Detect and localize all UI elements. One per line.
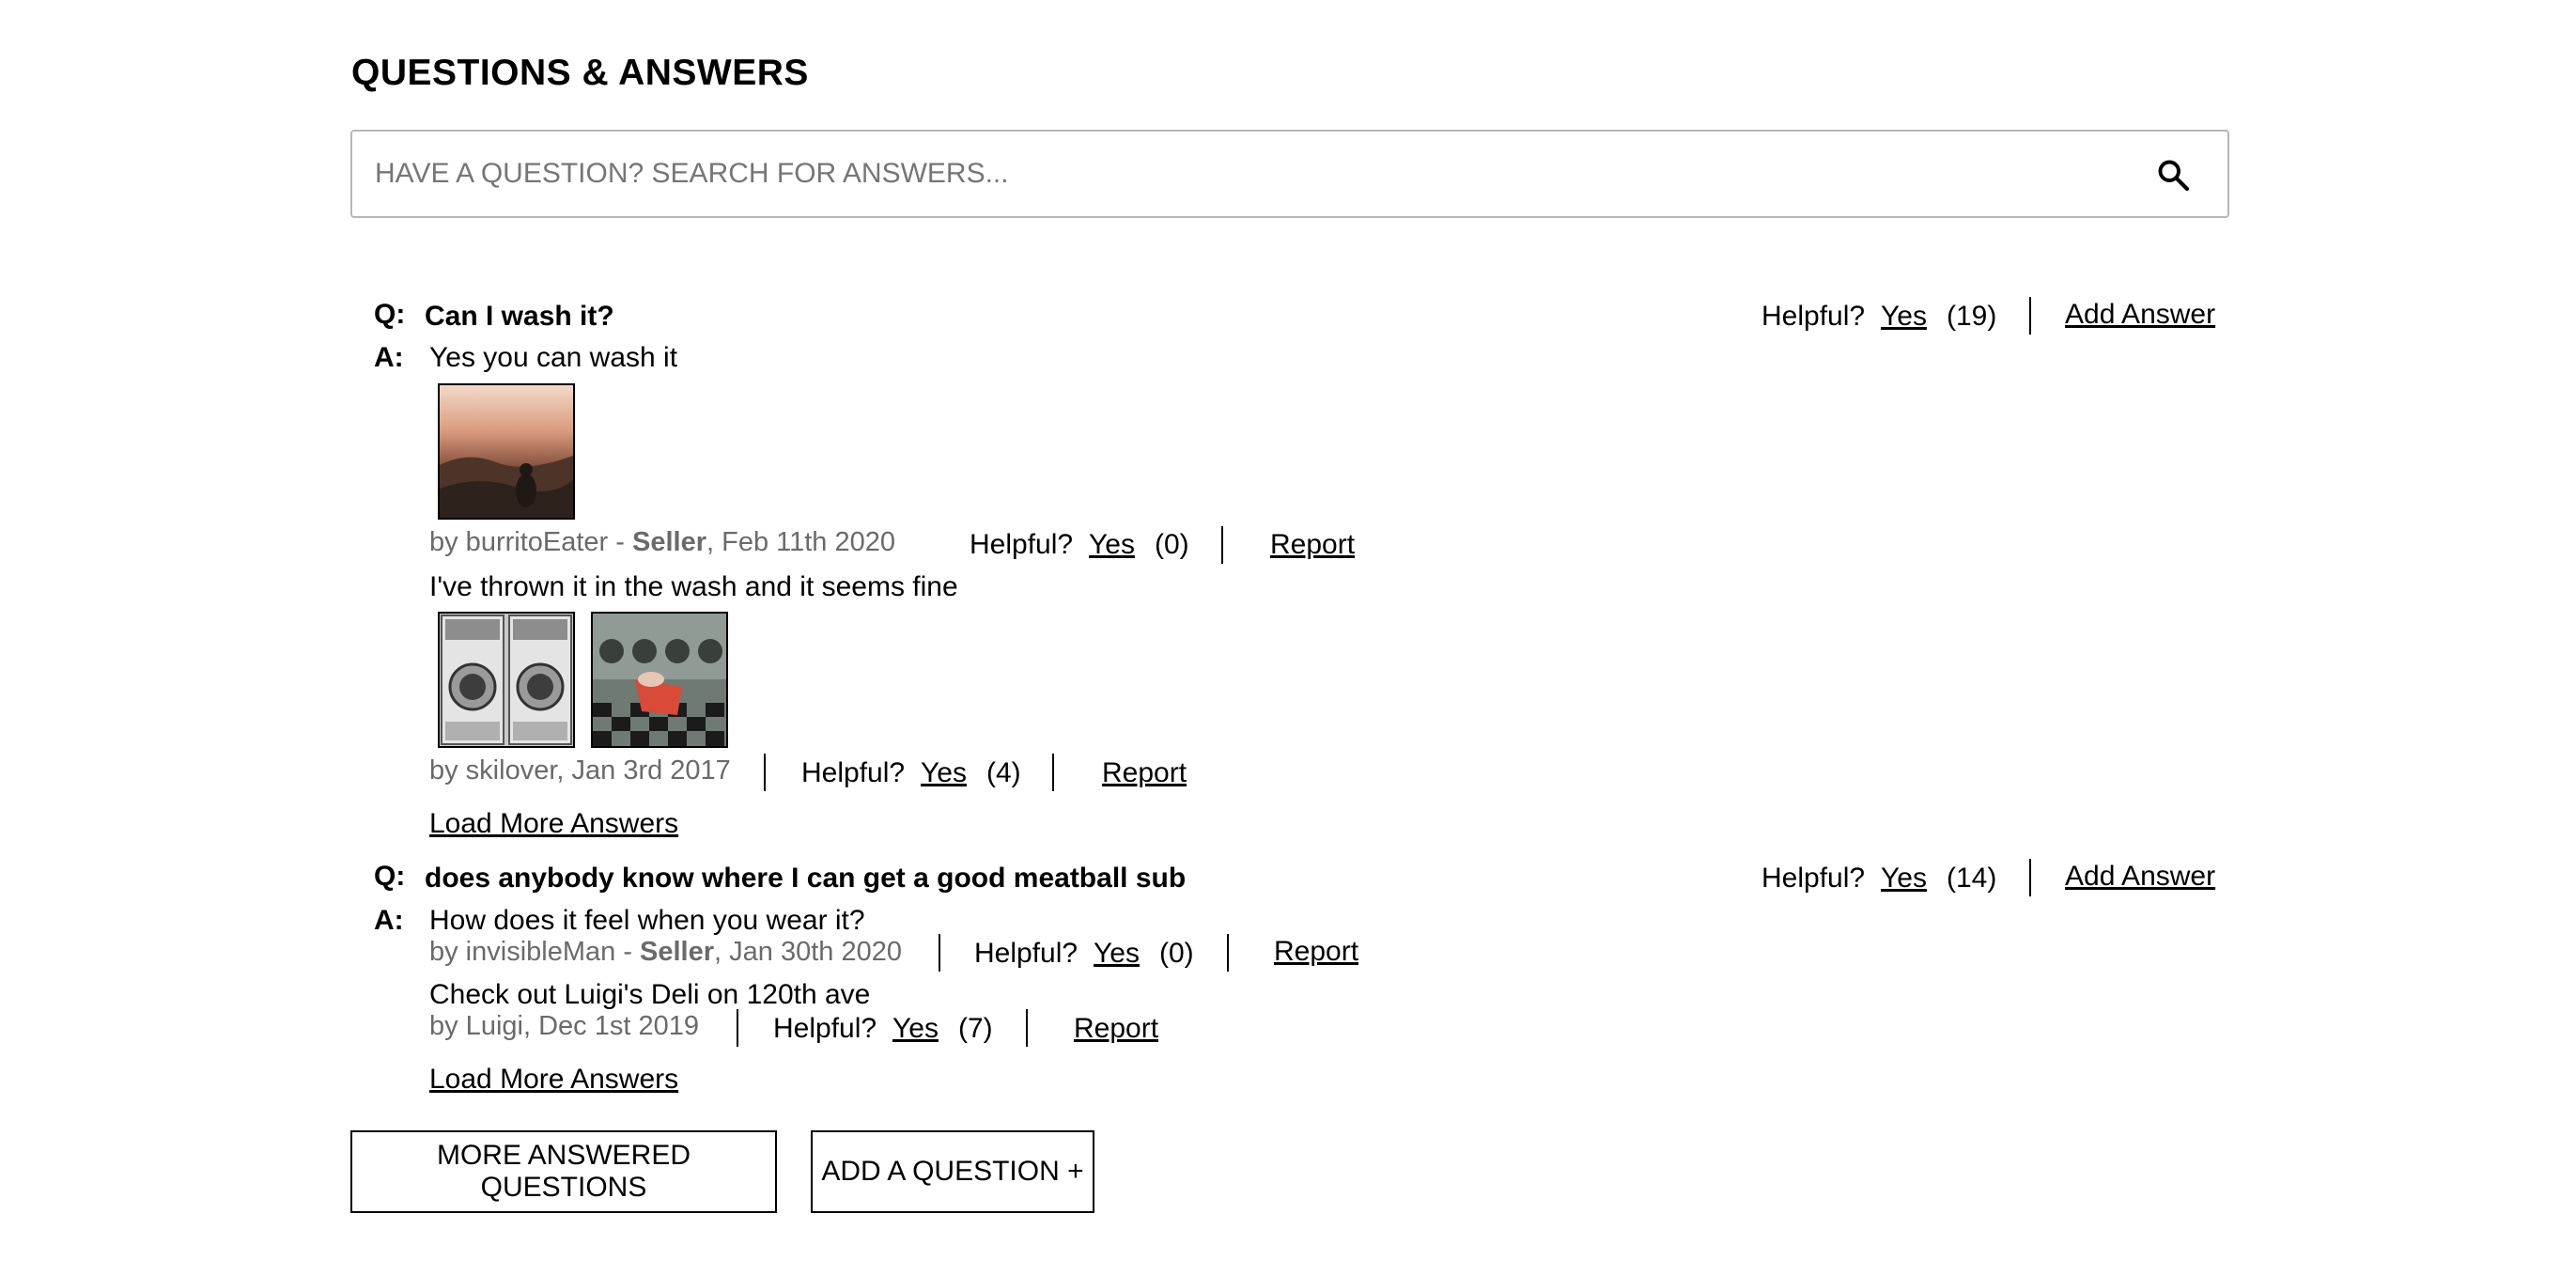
answer-photo-thumbnail[interactable] [591,612,728,748]
answer-helpful-yes-link[interactable]: Yes [892,1013,939,1045]
search-bar[interactable] [350,130,2229,218]
answer-text: How does it feel when you wear it? [429,905,865,936]
answer-text: Check out Luigi's Deli on 120th ave [429,979,871,1010]
divider [737,1009,738,1047]
search-icon[interactable] [2156,158,2190,192]
question-text: Can I wash it? [425,301,614,332]
answer-helpful-count: (4) [986,757,1021,788]
divider [1026,1009,1028,1047]
answer-helpful-count: (0) [1159,938,1194,969]
question-label: Q: [374,299,406,330]
answer-photo-thumbnail[interactable] [438,612,575,748]
answer-helpful-label: Helpful? [970,529,1074,560]
answer-meta: by skilover, Jan 3rd 2017 [429,755,731,786]
answer-text: I've thrown it in the wash and it seems … [429,571,958,602]
divider [2029,297,2031,335]
report-link[interactable]: Report [1074,1013,1158,1045]
load-more-answers-link[interactable]: Load More Answers [429,1064,678,1096]
add-answer-link[interactable]: Add Answer [2065,861,2215,893]
divider [1227,934,1229,972]
answer-meta: by burritoEater - Seller, Feb 11th 2020 [429,527,895,557]
report-link[interactable]: Report [1102,757,1187,789]
answer-meta: by invisibleMan - Seller, Jan 30th 2020 [429,937,902,967]
divider [2029,859,2031,896]
answer-label: A: [374,342,404,373]
question-helpful-label: Helpful? [1761,863,1866,894]
question-helpful-count: (14) [1947,863,1997,894]
search-input[interactable] [375,132,2113,216]
answer-photo-thumbnail[interactable] [438,383,575,520]
question-helpful-label: Helpful? [1761,301,1866,332]
more-answered-questions-button[interactable]: MORE ANSWERED QUESTIONS [350,1130,777,1213]
add-question-button[interactable]: ADD A QUESTION + [811,1130,1094,1213]
divider [939,934,940,972]
answer-label: A: [374,905,404,936]
divider [1052,754,1054,791]
answer-helpful-yes-link[interactable]: Yes [921,757,967,789]
divider [764,754,766,791]
question-label: Q: [374,861,406,892]
answer-helpful-yes-link[interactable]: Yes [1094,938,1140,970]
answer-helpful-label: Helpful? [974,938,1079,969]
answer-meta: by Luigi, Dec 1st 2019 [429,1011,699,1041]
question-helpful-yes-link[interactable]: Yes [1881,301,1927,333]
question-helpful-count: (19) [1947,301,1997,332]
washing-machines-photo [440,614,573,746]
report-link[interactable]: Report [1274,936,1358,968]
report-link[interactable]: Report [1270,529,1355,561]
laundromat-cart-photo [593,614,726,746]
section-title: QUESTIONS & ANSWERS [351,53,809,93]
answer-helpful-count: (7) [958,1013,993,1044]
add-answer-link[interactable]: Add Answer [2065,299,2215,331]
answer-helpful-yes-link[interactable]: Yes [1089,529,1135,561]
question-text: does anybody know where I can get a good… [425,863,1187,894]
answer-text: Yes you can wash it [429,342,678,373]
load-more-answers-link[interactable]: Load More Answers [429,808,678,840]
answer-helpful-label: Helpful? [773,1013,877,1044]
divider [1221,526,1223,564]
sunset-landscape-photo [440,385,573,518]
answer-helpful-count: (0) [1155,529,1189,560]
question-helpful-yes-link[interactable]: Yes [1881,863,1927,895]
answer-helpful-label: Helpful? [801,757,906,788]
